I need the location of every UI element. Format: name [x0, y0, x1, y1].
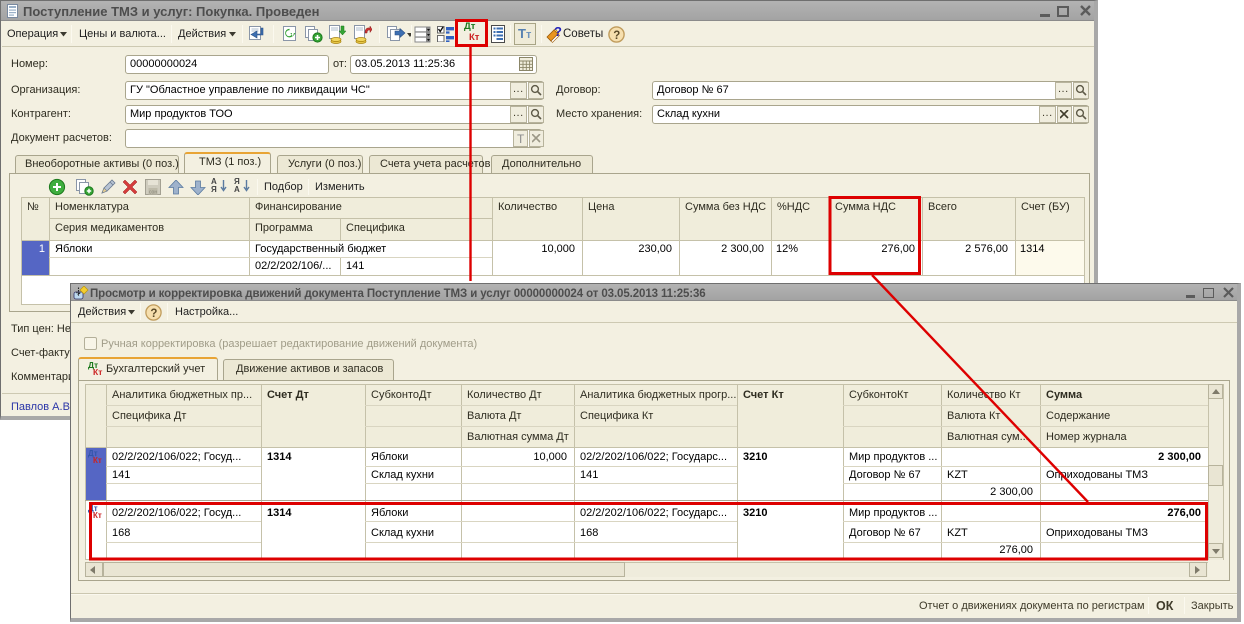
svg-text:?: ?	[150, 308, 157, 320]
svg-text:?: ?	[613, 30, 620, 42]
svg-text:сон: сон	[149, 190, 157, 196]
svg-text:?: ?	[554, 25, 562, 39]
